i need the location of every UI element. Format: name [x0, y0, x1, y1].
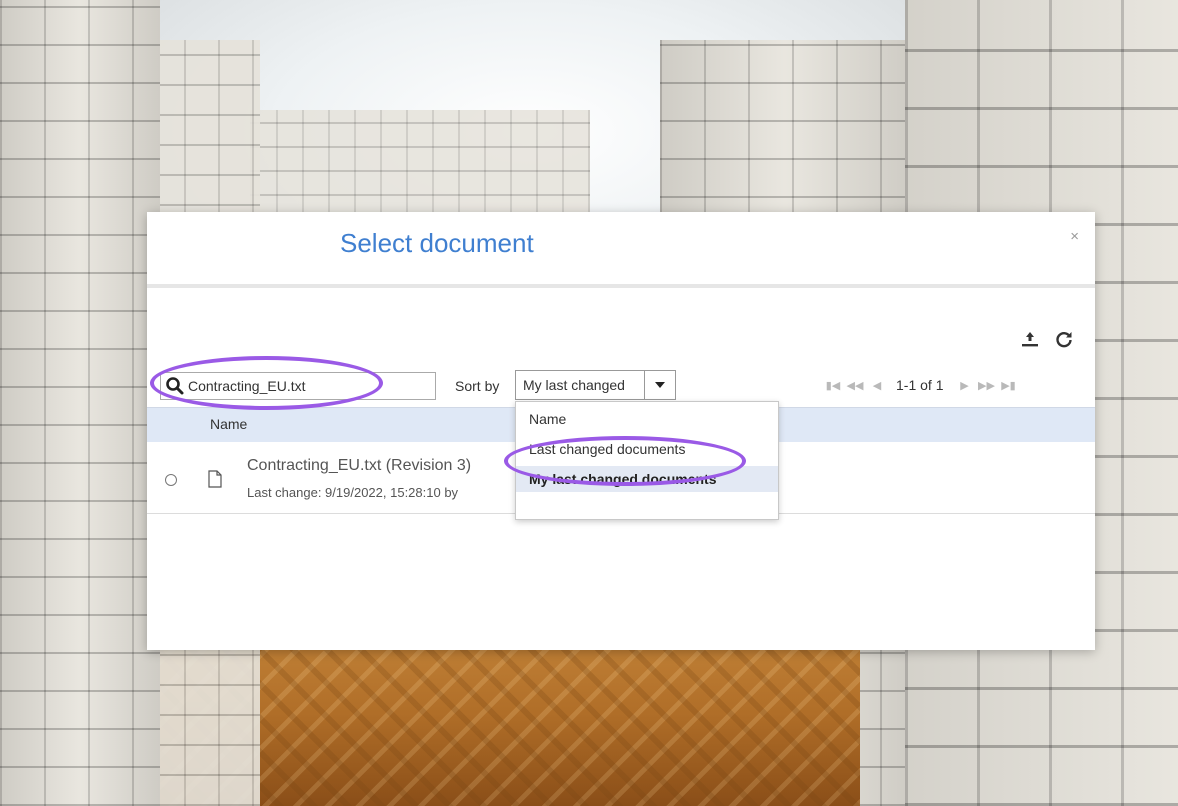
sort-select[interactable]: My last changed — [515, 370, 676, 400]
refresh-button[interactable] — [1053, 328, 1075, 350]
column-header-name[interactable]: Name — [210, 416, 247, 432]
close-button[interactable]: × — [1070, 228, 1079, 245]
row-radio[interactable] — [165, 474, 177, 486]
next-ten-pages-button[interactable]: ▶▶ — [975, 379, 997, 392]
search-icon — [166, 377, 184, 395]
upload-button[interactable] — [1019, 328, 1041, 350]
search-input[interactable] — [185, 378, 428, 394]
last-page-button[interactable]: ▶▮ — [997, 379, 1019, 392]
file-icon — [208, 470, 222, 488]
sort-option-last-changed[interactable]: Last changed documents — [516, 436, 778, 462]
next-page-button[interactable]: ▶ — [953, 379, 975, 392]
upload-icon — [1022, 332, 1038, 347]
search-box — [160, 372, 436, 400]
sort-selected-value: My last changed — [523, 377, 625, 393]
sort-label: Sort by — [455, 378, 500, 394]
pagination-text: 1-1 of 1 — [896, 377, 944, 393]
pagination: ▮◀ ◀◀ ◀ 1-1 of 1 ▶ ▶▶ ▶▮ — [822, 377, 1019, 393]
shelf-back — [250, 110, 590, 220]
prev-page-button[interactable]: ◀ — [866, 379, 888, 392]
shelf-left — [0, 0, 160, 806]
sort-option-name[interactable]: Name — [516, 406, 778, 432]
first-page-button[interactable]: ▮◀ — [822, 379, 844, 392]
sort-dropdown-toggle[interactable] — [644, 371, 675, 399]
sort-option-my-last-changed[interactable]: My last changed documents — [516, 466, 778, 492]
toolbar: Sort by My last changed ▮◀ ◀◀ ◀ 1-1 of 1… — [147, 370, 1095, 404]
prev-ten-pages-button[interactable]: ◀◀ — [844, 379, 866, 392]
row-meta: Last change: 9/19/2022, 15:28:10 by — [247, 485, 459, 500]
row-title: Contracting_EU.txt (Revision 3) — [247, 457, 472, 474]
modal-header: Select document × — [147, 212, 1095, 288]
caret-down-icon — [655, 382, 665, 388]
sort-dropdown-list: Name Last changed documents My last chan… — [515, 401, 779, 520]
refresh-icon — [1056, 331, 1072, 348]
action-icons — [1019, 328, 1075, 350]
modal-title: Select document — [340, 228, 534, 258]
